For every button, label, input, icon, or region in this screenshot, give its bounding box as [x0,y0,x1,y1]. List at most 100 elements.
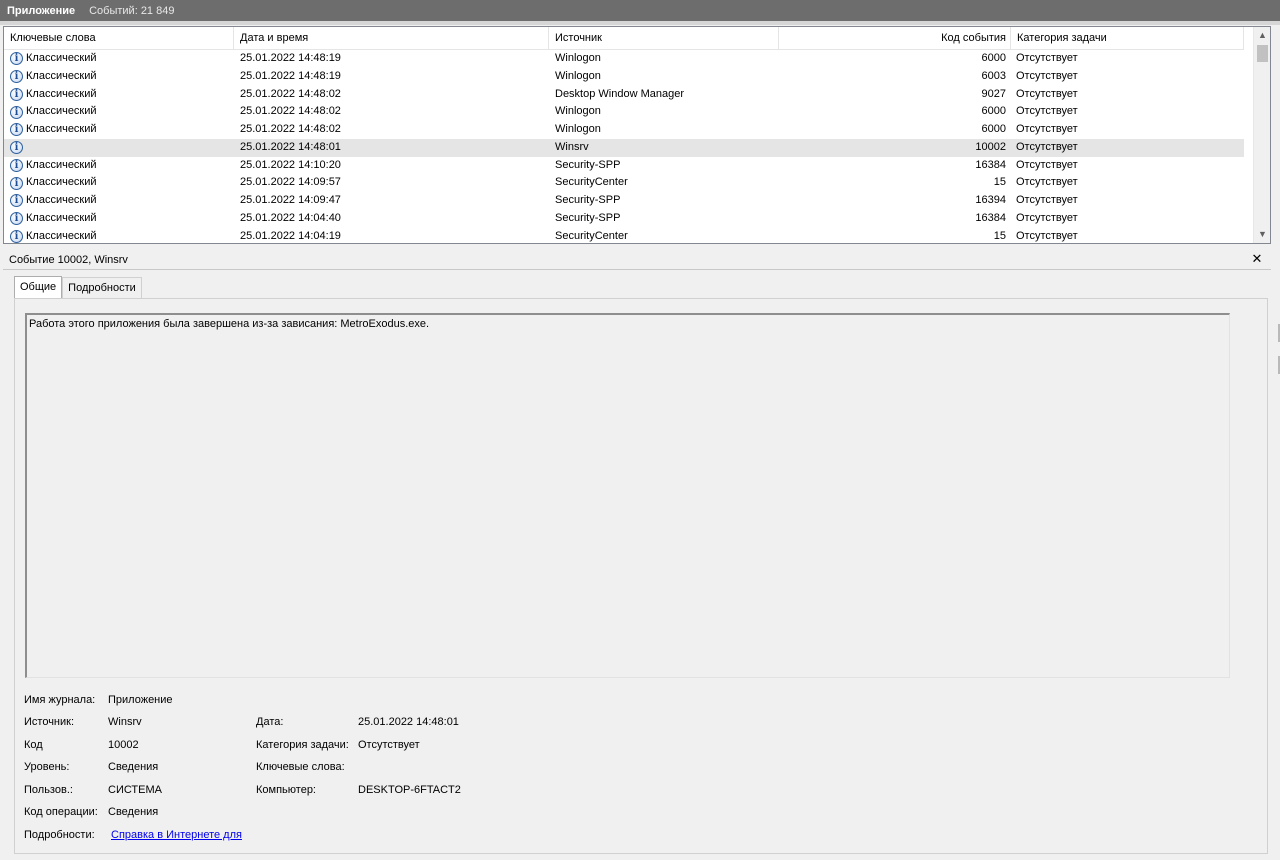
information-icon: i [10,229,23,243]
cell-task-category: Отсутствует [1016,158,1078,171]
log-name-label: Имя журнала: [24,694,96,706]
event-rows: i Классический 25.01.2022 14:48:19 Winlogon… [4,50,1244,244]
online-help-link[interactable]: Справка в Интернете для [111,827,242,843]
cell-datetime: 25.01.2022 14:48:02 [240,105,341,118]
cell-source: SecurityCenter [555,229,628,242]
information-icon: i [10,52,23,66]
cell-task-category: Отсутствует [1016,211,1078,224]
table-row[interactable]: i Классический 25.01.2022 14:04:19 Security… [4,228,1244,244]
table-row[interactable]: i Классический 25.01.2022 14:48:02 Winlogon… [4,103,1244,121]
level-label: Уровень: [24,761,70,773]
information-icon: i [10,176,23,190]
log-name-value: Приложение [108,694,173,706]
cell-keywords-text: Классический [26,176,97,189]
cell-task-category: Отсутствует [1016,176,1078,189]
event-message-box[interactable]: Работа этого приложения была завершена и… [25,313,1230,678]
cell-task-category: Отсутствует [1016,194,1078,206]
tab-general[interactable]: Общие [14,276,63,298]
level-value: Сведения [108,761,159,773]
table-row[interactable]: i Классический 25.01.2022 14:48:19 Winlogon… [4,68,1244,86]
computer-value: DESKTOP-6FTACT2 [358,784,461,796]
scroll-up-arrow-icon[interactable]: ▲ [1254,27,1270,44]
column-header-event-code[interactable]: Код события [779,27,1011,50]
computer-label: Компьютер: [256,784,316,796]
cell-task-category: Отсутствует [1016,69,1078,82]
cell-event-code: 15 [993,176,1006,189]
list-header: Ключевые слова Дата и время Источник Код… [4,27,1244,50]
cell-event-code: 9027 [981,87,1006,100]
cell-task-category: Отсутствует [1016,105,1078,118]
cell-datetime: 25.01.2022 14:04:40 [240,211,341,224]
log-titlebar: Приложение Событий: 21 849 [0,0,1280,21]
list-vertical-scrollbar[interactable]: ▲ ▼ [1253,27,1270,243]
table-row[interactable]: i Классический 25.01.2022 14:48:19 Winlogon… [4,50,1244,68]
window-right-edge [1272,26,1280,860]
information-icon: i [10,158,23,172]
event-count: Событий: 21 849 [89,4,175,17]
table-row[interactable]: i Классический 25.01.2022 14:48:02 Desktop … [4,86,1244,104]
cell-source: Winlogon [555,52,601,64]
code-value: 10002 [108,739,139,751]
cell-source: Winsrv [555,140,589,153]
cell-keywords: i Классический [10,157,97,175]
cell-keywords: i Классический [10,228,97,244]
cell-keywords: i Классический [10,50,97,68]
cell-event-code: 6000 [981,105,1006,118]
column-header-datetime[interactable]: Дата и время [234,27,549,50]
table-row[interactable]: i Классический 25.01.2022 14:09:57 Security… [4,174,1244,192]
cell-keywords: i [10,139,26,157]
task-category-label: Категория задачи: [256,739,349,751]
information-icon: i [10,105,23,119]
cell-task-category: Отсутствует [1016,87,1078,100]
table-row[interactable]: i Классический 25.01.2022 14:09:47 Security… [4,192,1244,210]
source-value: Winsrv [108,716,142,728]
cell-keywords: i Классический [10,86,97,104]
cell-keywords-text: Классический [26,211,97,224]
event-list[interactable]: Ключевые слова Дата и время Источник Код… [3,26,1271,244]
cell-keywords: i Классический [10,210,97,228]
detail-tabs: Общие Подробности [14,276,142,299]
cell-task-category: Отсутствует [1016,229,1078,242]
cell-event-code: 6003 [981,69,1006,82]
column-header-source[interactable]: Источник [549,27,779,50]
cell-keywords: i Классический [10,103,97,121]
cell-event-code: 10002 [975,140,1006,153]
cell-datetime: 25.01.2022 14:09:57 [240,176,341,189]
cell-event-code: 16384 [975,158,1006,171]
cell-keywords-text: Классический [26,158,97,171]
column-header-keywords[interactable]: Ключевые слова [4,27,234,50]
date-label: Дата: [256,716,284,728]
event-message: Работа этого приложения была завершена и… [29,318,430,330]
information-icon: i [10,87,23,101]
cell-source: SecurityCenter [555,176,628,189]
cell-event-code: 6000 [981,123,1006,135]
cell-task-category: Отсутствует [1016,140,1078,153]
cell-event-code: 15 [993,229,1006,242]
cell-datetime: 25.01.2022 14:48:02 [240,123,341,135]
information-icon: i [10,212,23,226]
table-row[interactable]: i Классический 25.01.2022 14:48:02 Winlogon… [4,121,1244,139]
cell-source: Winlogon [555,69,601,82]
information-icon: i [10,194,23,208]
cell-source: Winlogon [555,123,601,135]
cell-event-code: 6000 [981,52,1006,64]
table-row[interactable]: i Классический 25.01.2022 14:04:40 Security… [4,210,1244,228]
tab-details[interactable]: Подробности [62,277,142,298]
cell-event-code: 16394 [975,194,1006,206]
scroll-thumb[interactable] [1257,45,1268,62]
cell-datetime: 25.01.2022 14:48:19 [240,69,341,82]
opcode-label: Код операции: [24,806,98,818]
table-row[interactable]: i 25.01.2022 14:48:01 Winsrv 10002 Отсутству… [4,138,1244,157]
opcode-value: Сведения [108,806,159,818]
scroll-down-arrow-icon[interactable]: ▼ [1254,226,1270,243]
table-row[interactable]: i Классический 25.01.2022 14:10:20 Security… [4,157,1244,175]
cell-keywords: i Классический [10,174,97,192]
cell-source: Security-SPP [555,194,621,206]
column-header-task-category[interactable]: Категория задачи [1011,27,1244,50]
cell-datetime: 25.01.2022 14:09:47 [240,194,341,206]
close-icon[interactable]: ✕ [1249,251,1265,267]
details-label: Подробности: [24,829,95,841]
code-label: Код [24,739,43,751]
user-label: Пользов.: [24,784,73,796]
cell-datetime: 25.01.2022 14:48:19 [240,52,341,64]
